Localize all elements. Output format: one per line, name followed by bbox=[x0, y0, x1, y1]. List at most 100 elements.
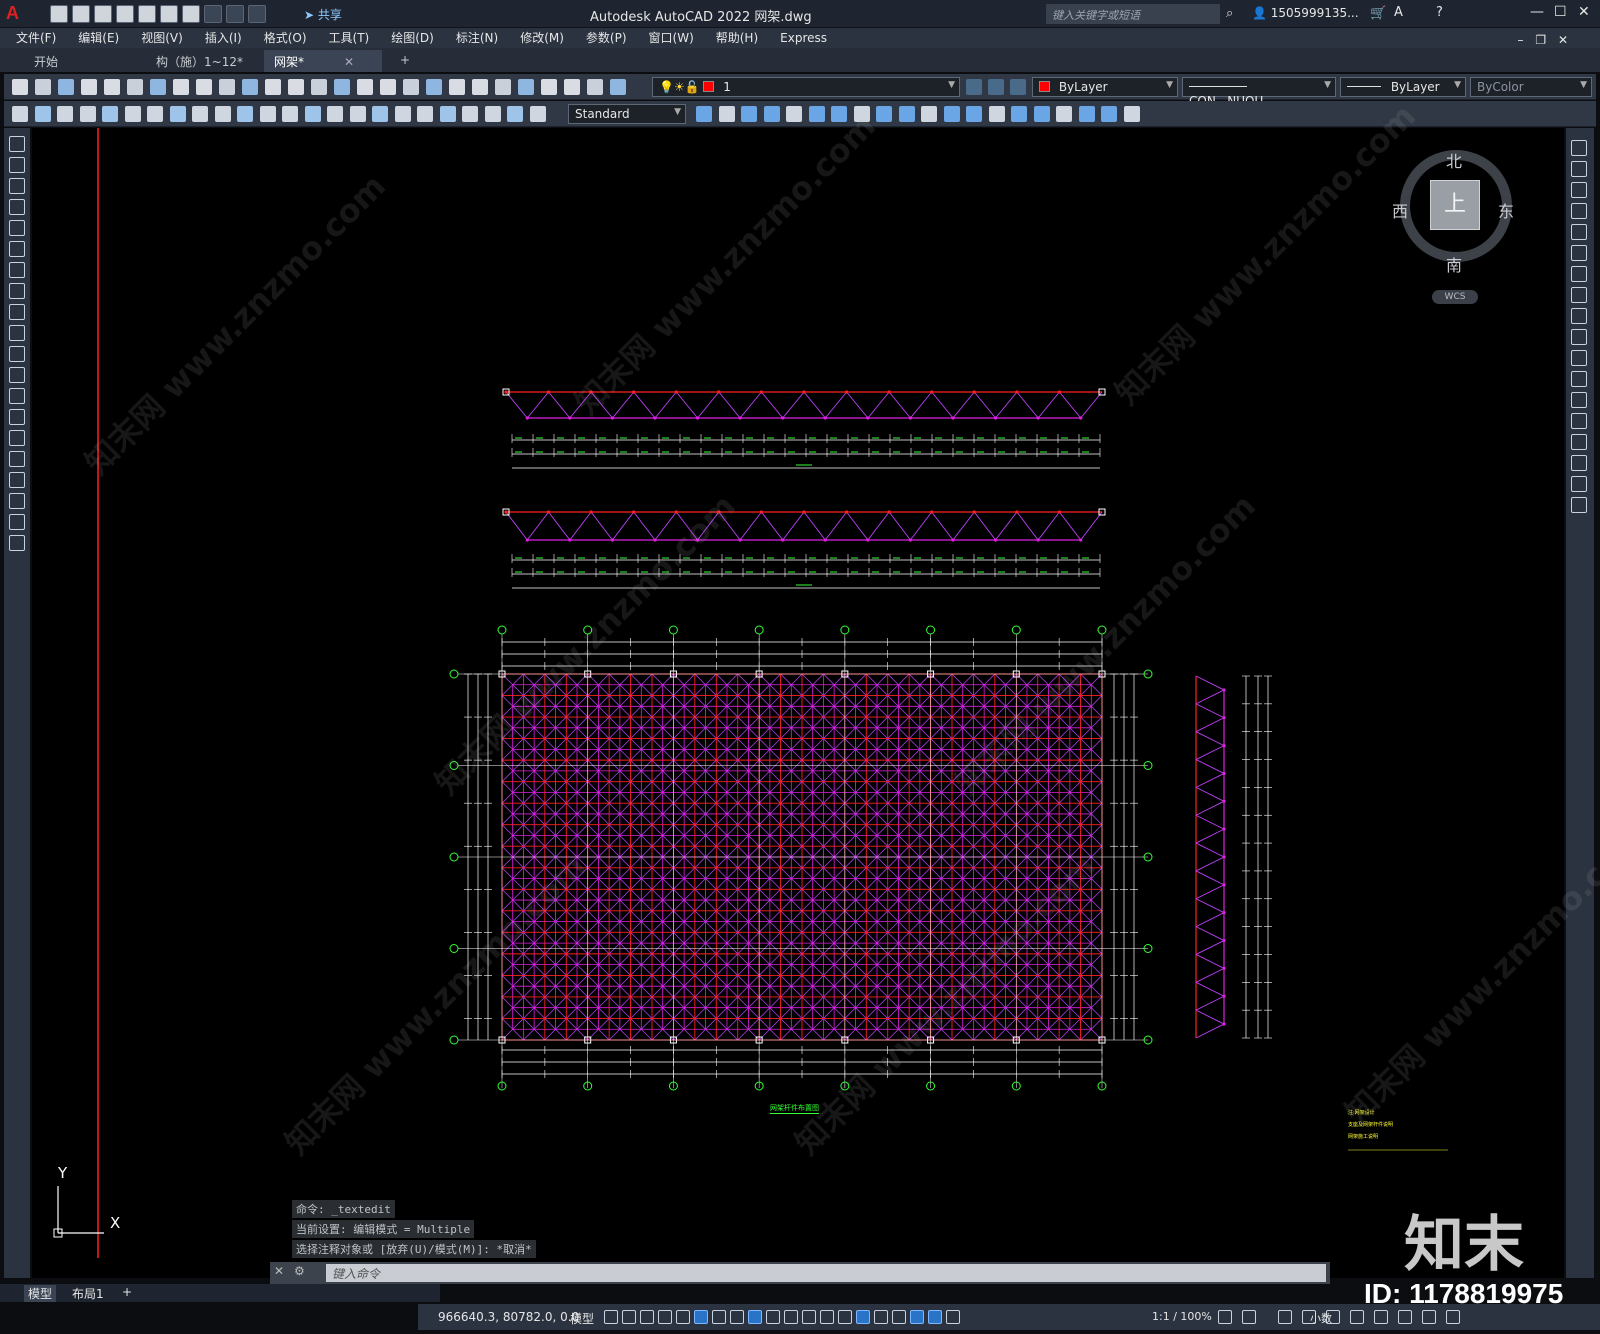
dimension-tool-3-icon[interactable] bbox=[57, 106, 73, 122]
modify-tool-6-icon[interactable] bbox=[1571, 245, 1587, 261]
modify-tool-14-icon[interactable] bbox=[1571, 413, 1587, 429]
truss-elevation-1[interactable] bbox=[502, 388, 1106, 469]
undo-icon[interactable] bbox=[204, 5, 222, 23]
search-icon[interactable]: ⌕ bbox=[1226, 6, 1233, 21]
standard-tool-14-icon[interactable] bbox=[311, 79, 327, 95]
viewcube[interactable]: 上 北 南 东 西 WCS bbox=[1392, 148, 1516, 304]
tab-drawing-active[interactable]: 网架* ✕ bbox=[264, 50, 382, 72]
status-toggle-2-icon[interactable] bbox=[622, 1310, 636, 1324]
autodesk-app-icon[interactable]: A bbox=[1394, 5, 1403, 20]
modify-tool-17-icon[interactable] bbox=[1056, 106, 1072, 122]
truss-side-elevation[interactable] bbox=[1195, 675, 1272, 1039]
status-toggle-3-icon[interactable] bbox=[640, 1310, 654, 1324]
command-customize-icon[interactable]: ⚙ bbox=[294, 1264, 305, 1278]
standard-tool-5-icon[interactable] bbox=[104, 79, 120, 95]
status-toggle-15-icon[interactable] bbox=[856, 1310, 870, 1324]
draw-tool-9-icon[interactable] bbox=[9, 304, 25, 320]
layer-match-icon[interactable] bbox=[988, 79, 1004, 95]
color-dropdown[interactable]: ByLayer ▼ bbox=[1032, 77, 1178, 97]
dimension-tool-20-icon[interactable] bbox=[439, 106, 456, 122]
modify-tool-17-icon[interactable] bbox=[1571, 476, 1587, 492]
modify-tool-11-icon[interactable] bbox=[921, 106, 937, 122]
status-toggle-5-icon[interactable] bbox=[676, 1310, 690, 1324]
draw-tool-12-icon[interactable] bbox=[9, 367, 25, 383]
minimize-icon[interactable]: — bbox=[1530, 4, 1544, 20]
status-toggle-17-icon[interactable] bbox=[892, 1310, 906, 1324]
modify-tool-13-icon[interactable] bbox=[966, 106, 982, 122]
open-from-web-icon[interactable] bbox=[138, 5, 156, 23]
tab-layout1[interactable]: 布局1 bbox=[72, 1285, 104, 1302]
close-icon[interactable]: ✕ bbox=[344, 55, 354, 69]
menu-file[interactable]: 文件(F) bbox=[16, 28, 56, 48]
modify-tool-7-icon[interactable] bbox=[1571, 266, 1587, 282]
layer-previous-icon[interactable] bbox=[1010, 79, 1026, 95]
draw-tool-4-icon[interactable] bbox=[9, 199, 25, 215]
tab-start[interactable]: 开始 bbox=[24, 50, 68, 72]
draw-tool-11-icon[interactable] bbox=[9, 346, 25, 362]
viewcube-top-face[interactable]: 上 bbox=[1430, 180, 1480, 230]
status-toggle-27-icon[interactable] bbox=[1374, 1310, 1388, 1324]
customize-qat-icon[interactable] bbox=[248, 5, 266, 23]
modify-tool-18-icon[interactable] bbox=[1571, 497, 1587, 513]
modify-tool-12-icon[interactable] bbox=[1571, 371, 1587, 387]
standard-tool-6-icon[interactable] bbox=[127, 79, 143, 95]
viewcube-south[interactable]: 南 bbox=[1446, 252, 1462, 276]
modify-tool-4-icon[interactable] bbox=[763, 106, 780, 122]
status-toggle-23-icon[interactable] bbox=[1278, 1310, 1292, 1324]
menu-window[interactable]: 窗口(W) bbox=[649, 28, 694, 48]
modify-tool-6-icon[interactable] bbox=[808, 106, 825, 122]
modify-tool-15-icon[interactable] bbox=[1571, 434, 1587, 450]
modify-tool-9-icon[interactable] bbox=[876, 106, 892, 122]
model-space-button[interactable]: 模型 bbox=[570, 1310, 594, 1327]
standard-tool-10-icon[interactable] bbox=[219, 79, 235, 95]
standard-tool-24-icon[interactable] bbox=[541, 79, 557, 95]
modify-tool-8-icon[interactable] bbox=[1571, 287, 1587, 303]
modify-tool-10-icon[interactable] bbox=[898, 106, 915, 122]
dimension-tool-14-icon[interactable] bbox=[304, 106, 321, 122]
standard-tool-19-icon[interactable] bbox=[426, 79, 442, 95]
status-toggle-19-icon[interactable] bbox=[928, 1310, 942, 1324]
text-style-dropdown[interactable]: Standard ▼ bbox=[568, 104, 686, 124]
standard-tool-25-icon[interactable] bbox=[564, 79, 580, 95]
standard-tool-17-icon[interactable] bbox=[380, 79, 396, 95]
menu-draw[interactable]: 绘图(D) bbox=[391, 28, 434, 48]
status-toggle-14-icon[interactable] bbox=[838, 1310, 852, 1324]
status-toggle-6-icon[interactable] bbox=[694, 1310, 708, 1324]
open-file-icon[interactable] bbox=[72, 5, 90, 23]
draw-tool-5-icon[interactable] bbox=[9, 220, 25, 236]
tab-model[interactable]: 模型 bbox=[24, 1285, 57, 1302]
standard-tool-2-icon[interactable] bbox=[35, 79, 51, 95]
modify-tool-10-icon[interactable] bbox=[1571, 329, 1587, 345]
standard-tool-12-icon[interactable] bbox=[265, 79, 281, 95]
modify-tool-5-icon[interactable] bbox=[786, 106, 802, 122]
status-toggle-7-icon[interactable] bbox=[712, 1310, 726, 1324]
annotation-scale[interactable]: 1:1 / 100% bbox=[1152, 1310, 1212, 1323]
dimension-tool-17-icon[interactable] bbox=[372, 106, 388, 122]
modify-tool-7-icon[interactable] bbox=[831, 106, 847, 122]
new-tab-icon[interactable]: + bbox=[390, 50, 420, 72]
modify-tool-1-icon[interactable] bbox=[696, 106, 712, 122]
modify-tool-8-icon[interactable] bbox=[853, 106, 870, 122]
dimension-tool-15-icon[interactable] bbox=[327, 106, 343, 122]
drawing-canvas[interactable]: 注:网架设计 支座及网架杆件说明 网架施工说明 Y X 网架杆件布置图 上 北 南 … bbox=[32, 128, 1564, 1278]
dimension-tool-8-icon[interactable] bbox=[169, 106, 186, 122]
menu-edit[interactable]: 编辑(E) bbox=[78, 28, 119, 48]
draw-tool-14-icon[interactable] bbox=[9, 409, 25, 425]
plotstyle-dropdown[interactable]: ByColor ▼ bbox=[1470, 77, 1592, 97]
standard-tool-9-icon[interactable] bbox=[196, 79, 212, 95]
draw-tool-2-icon[interactable] bbox=[9, 157, 25, 173]
modify-tool-3-icon[interactable] bbox=[741, 106, 757, 122]
modify-tool-16-icon[interactable] bbox=[1033, 106, 1050, 122]
draw-tool-16-icon[interactable] bbox=[9, 451, 25, 467]
modify-tool-1-icon[interactable] bbox=[1571, 140, 1587, 156]
draw-tool-17-icon[interactable] bbox=[9, 472, 25, 488]
grid-plan[interactable] bbox=[449, 625, 1153, 1091]
maximize-icon[interactable]: ☐ bbox=[1554, 4, 1567, 20]
viewcube-north[interactable]: 北 bbox=[1446, 148, 1462, 172]
status-toggle-18-icon[interactable] bbox=[910, 1310, 924, 1324]
dimension-tool-2-icon[interactable] bbox=[34, 106, 51, 122]
wcs-menu[interactable]: WCS bbox=[1432, 290, 1478, 304]
linetype-dropdown[interactable]: CON...NUOU ▼ bbox=[1182, 77, 1336, 108]
standard-tool-7-icon[interactable] bbox=[150, 79, 166, 95]
dimension-tool-4-icon[interactable] bbox=[79, 106, 96, 122]
